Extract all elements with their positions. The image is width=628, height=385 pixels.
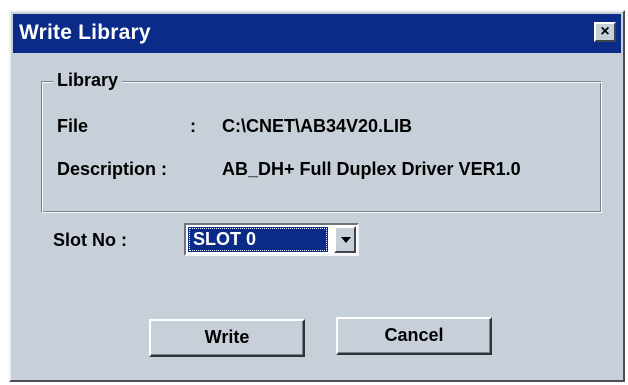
description-value: AB_DH+ Full Duplex Driver VER1.0 [222,159,521,179]
window-title: Write Library [19,21,151,44]
library-group-legend: Library [53,70,123,91]
library-groupbox: Library File : C:\CNET\AB34V20.LIB Descr… [41,70,602,213]
cancel-button[interactable]: Cancel [336,317,492,355]
close-button[interactable]: × [594,22,616,42]
chevron-down-icon[interactable] [334,226,356,253]
title-bar[interactable]: Write Library × [13,14,621,53]
write-library-dialog: Write Library × Library File : C:\CNET\A… [9,10,625,382]
file-value: C:\CNET\AB34V20.LIB [222,116,413,136]
write-button[interactable]: Write [149,319,305,357]
slot-no-label: Slot No : [53,230,127,250]
description-label: Description : [57,159,168,179]
file-separator: : [190,116,196,136]
file-label: File [57,116,89,136]
close-icon: × [600,23,610,40]
slot-selected-value[interactable]: SLOT 0 [188,227,328,252]
slot-select[interactable]: SLOT 0 [184,223,359,256]
